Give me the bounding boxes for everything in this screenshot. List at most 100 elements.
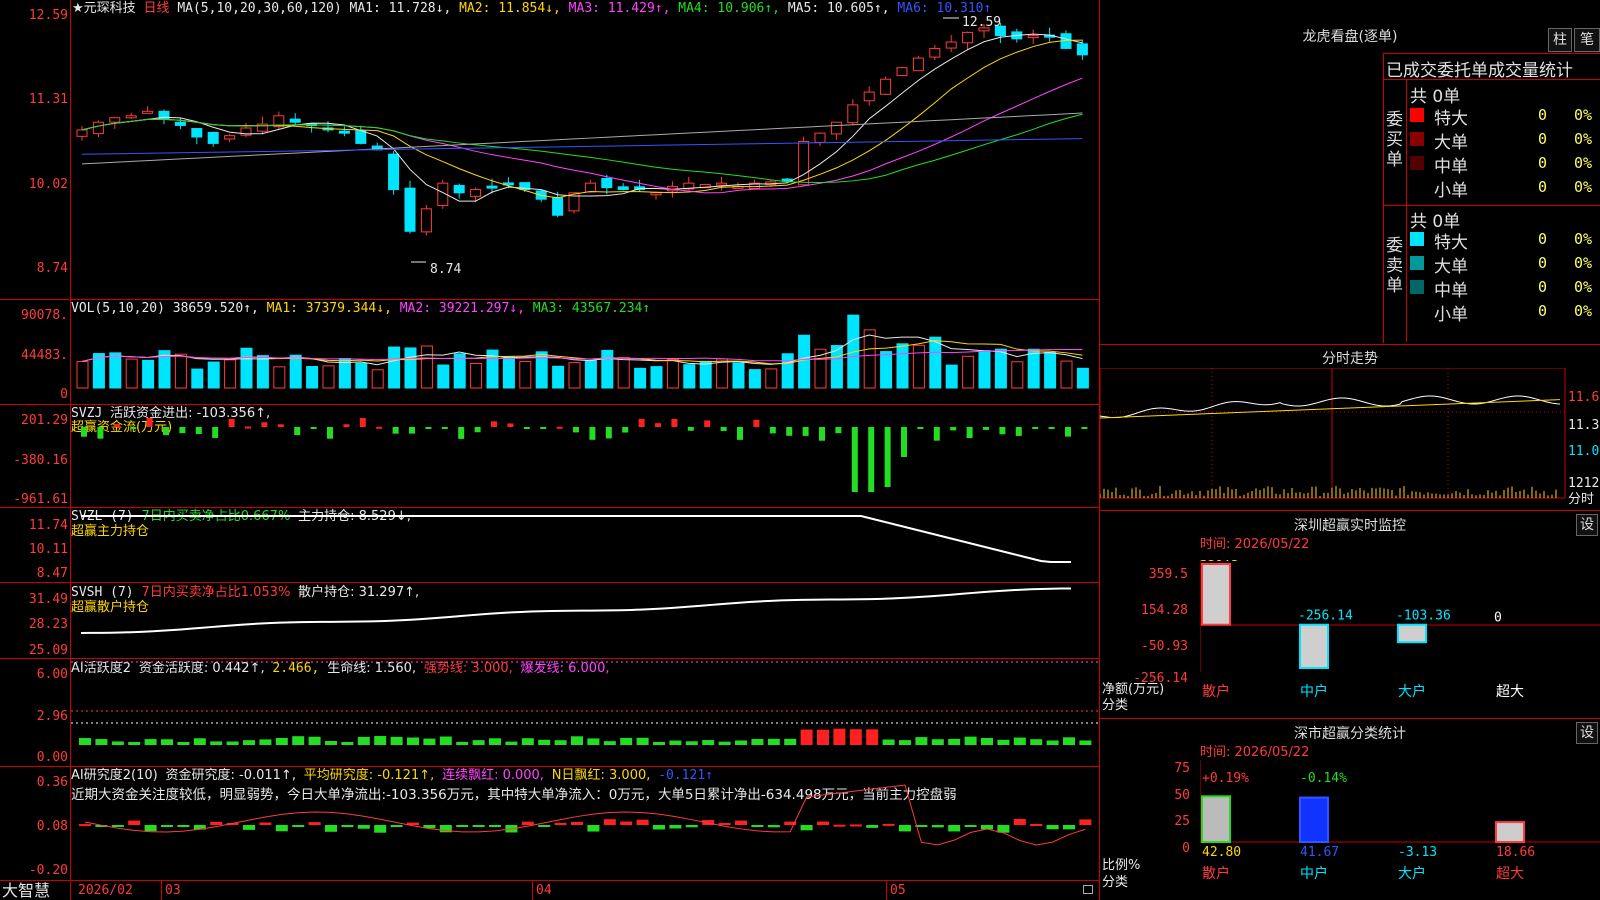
activity-bar	[1079, 740, 1092, 745]
volume-bar	[207, 361, 220, 389]
flow-bar	[983, 427, 989, 430]
chart-area[interactable]: ★元琛科技 日线 MA(5,10,20,30,60,120) MA1: 11.7…	[0, 0, 1100, 900]
brand-label: 大智慧	[2, 881, 51, 900]
order-count: 0	[1538, 254, 1548, 272]
activity-bar	[882, 739, 895, 745]
monitor-bar	[1397, 623, 1427, 644]
divider	[0, 880, 1100, 881]
tick-mode-button[interactable]: 笔	[1574, 28, 1600, 52]
flow-bar	[392, 427, 399, 434]
research-bar	[554, 822, 567, 825]
research-bar	[489, 825, 501, 827]
ma-line-5	[81, 33, 1083, 202]
candle	[470, 189, 482, 197]
order-count: 0	[1538, 130, 1548, 148]
monitor-value: -256.14	[1298, 609, 1353, 624]
ai-research-chart[interactable]	[71, 767, 1099, 880]
sz-monitor-chart[interactable]: 359.5 散户 -256.14 中户 -103.36 大户 0 超大	[1200, 560, 1600, 720]
price-tick: 11.31	[28, 92, 68, 107]
flow-bar	[491, 421, 497, 427]
flow-bar	[687, 427, 694, 431]
flow-bar	[540, 427, 547, 429]
svsh-tick: 28.23	[28, 617, 68, 632]
flow-bar	[130, 427, 137, 429]
research-bar	[243, 825, 255, 830]
volume-bar	[502, 356, 515, 389]
volume-bar	[470, 362, 483, 389]
activity-bar	[767, 738, 780, 745]
activity-bar	[784, 738, 797, 745]
date-separator	[161, 880, 162, 900]
svzj-tick: 201.29	[21, 413, 68, 428]
volume-bar	[765, 368, 778, 389]
volume-bar	[716, 358, 729, 389]
research-bar	[374, 825, 387, 833]
sz-stats-chart[interactable]: 42.80 散户 41.67 中户 -3.13 大户 18.66 超大 +0.19% -0.14%	[1200, 760, 1600, 900]
activity-bar	[735, 740, 747, 745]
activity-bar	[653, 741, 665, 745]
research-bar	[390, 825, 403, 827]
volume-bar	[109, 352, 122, 389]
sz-monitor-settings-button[interactable]: 设	[1576, 514, 1598, 536]
flow-bar	[277, 424, 284, 427]
flow-bar	[917, 427, 924, 429]
volume-bar	[355, 362, 368, 389]
candlestick-chart[interactable]	[71, 0, 1099, 299]
candle	[355, 130, 367, 144]
volume-bar	[273, 366, 286, 389]
activity-bar	[669, 740, 682, 745]
monitor-value: -103.36	[1396, 609, 1451, 624]
research-bar	[177, 825, 190, 827]
order-percent: 0%	[1574, 154, 1593, 172]
flow-bar	[638, 418, 645, 427]
volume-bar	[174, 353, 187, 389]
sz-monitor-tick: 359.5	[1148, 567, 1188, 582]
research-line	[84, 784, 1086, 846]
flow-bar	[851, 427, 858, 492]
flow-bar	[212, 427, 219, 439]
volume-bar	[912, 344, 925, 389]
intraday-chart[interactable]	[1100, 368, 1566, 508]
volume-chart[interactable]	[71, 300, 1099, 404]
volume-bar	[289, 354, 302, 389]
volume-bar	[1060, 360, 1073, 389]
research-bar	[1079, 819, 1092, 825]
sz-stats-settings-button[interactable]: 设	[1576, 722, 1598, 744]
date-label: 2026/02	[78, 883, 133, 898]
research-bar	[161, 825, 173, 827]
candle	[191, 128, 203, 138]
volume-bar	[978, 350, 991, 389]
ai-research-tick: 0.36	[36, 775, 68, 790]
activity-bar	[620, 737, 633, 745]
dragon-tabs[interactable]: 已成交委托单成交量统计	[1386, 56, 1573, 81]
volume-bar	[601, 349, 614, 389]
volume-bar	[568, 362, 581, 389]
activity-bar	[899, 740, 911, 745]
legend-swatch	[1410, 232, 1424, 246]
volume-bar	[617, 357, 630, 389]
retail-holding-chart[interactable]	[71, 583, 1099, 658]
order-count: 0	[1538, 154, 1548, 172]
bar-mode-button[interactable]: 柱	[1548, 28, 1572, 52]
volume-bar	[650, 366, 663, 389]
main-holding-chart[interactable]	[71, 508, 1099, 582]
candle	[863, 91, 875, 102]
legend-swatch	[1410, 304, 1424, 318]
volume-bar	[142, 359, 155, 389]
lock-icon[interactable]	[1083, 885, 1093, 894]
svzl-tick: 10.11	[28, 542, 68, 557]
order-size-label: 大单	[1434, 257, 1468, 277]
research-bar	[325, 825, 337, 832]
activity-bar	[193, 738, 206, 745]
ai-activity-chart[interactable]	[71, 659, 1099, 766]
intraday-price-line	[1100, 395, 1561, 419]
stats-category: 超大	[1496, 866, 1524, 882]
volume-bar	[240, 347, 253, 389]
activity-bar	[390, 736, 403, 745]
research-bar	[210, 821, 223, 825]
flow-bar	[999, 427, 1006, 435]
fund-flow-chart[interactable]	[71, 405, 1099, 507]
ai-activity-axis: 6.00 2.96 0.00	[0, 659, 68, 766]
activity-bar	[981, 737, 993, 745]
intraday-tick: 11.33	[1568, 418, 1600, 433]
